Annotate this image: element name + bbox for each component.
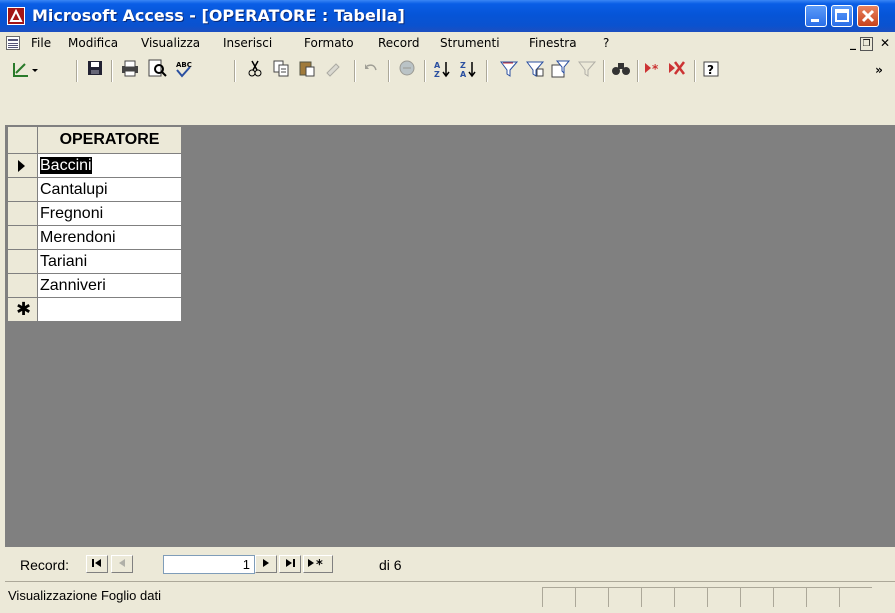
- undo-icon[interactable]: [360, 59, 382, 81]
- table-row[interactable]: Fregnoni: [8, 202, 182, 226]
- table-cell[interactable]: Tariani: [38, 250, 182, 274]
- new-record-nav-button[interactable]: *: [303, 555, 333, 573]
- record-navigation-bar: Record: 1 * di 6: [5, 547, 895, 581]
- record-selector[interactable]: [8, 274, 38, 298]
- datasheet-header: OPERATORE: [8, 127, 182, 154]
- hyperlink-icon[interactable]: [396, 59, 418, 81]
- status-pane: [575, 587, 608, 607]
- status-pane: [773, 587, 806, 607]
- help-icon[interactable]: ?: [700, 59, 722, 81]
- new-record-cell[interactable]: [38, 298, 182, 322]
- status-pane: [641, 587, 674, 607]
- paste-icon[interactable]: [296, 59, 318, 81]
- record-count: di 6: [379, 557, 402, 573]
- svg-text:Z: Z: [460, 61, 466, 70]
- svg-text:*: *: [316, 558, 323, 570]
- window-title: Microsoft Access - [OPERATORE : Tabella]: [32, 6, 405, 25]
- table-row[interactable]: Baccini: [8, 154, 182, 178]
- new-record-row[interactable]: ✱: [8, 298, 182, 322]
- svg-text:A: A: [460, 70, 467, 79]
- menu-strumenti[interactable]: Strumenti: [440, 36, 500, 50]
- table-cell[interactable]: Cantalupi: [38, 178, 182, 202]
- find-icon[interactable]: [610, 59, 632, 81]
- menu-modifica[interactable]: Modifica: [68, 36, 118, 50]
- status-pane: [740, 587, 773, 607]
- toolbar: ABC AZ ZA * ? »: [0, 56, 895, 86]
- new-record-icon[interactable]: *: [642, 59, 664, 81]
- record-selector[interactable]: [8, 154, 38, 178]
- column-header-operatore[interactable]: OPERATORE: [38, 127, 182, 154]
- svg-text:*: *: [652, 62, 659, 76]
- advanced-filter-icon[interactable]: [550, 59, 572, 81]
- table-cell-text: Baccini: [40, 157, 92, 174]
- spelling-icon[interactable]: ABC: [172, 59, 194, 81]
- apply-filter-icon[interactable]: [576, 59, 598, 81]
- menu-inserisci[interactable]: Inserisci: [223, 36, 272, 50]
- record-selector[interactable]: [8, 202, 38, 226]
- filter-by-selection-icon[interactable]: [498, 59, 520, 81]
- menu-file[interactable]: File: [31, 36, 51, 50]
- maximize-button[interactable]: [831, 5, 853, 27]
- record-selector[interactable]: [8, 178, 38, 202]
- doc-minimize-button[interactable]: _: [846, 35, 860, 51]
- first-record-button[interactable]: [86, 555, 108, 573]
- status-pane: [674, 587, 707, 607]
- sort-descending-icon[interactable]: ZA: [458, 59, 480, 81]
- table-row[interactable]: Merendoni: [8, 226, 182, 250]
- status-text: Visualizzazione Foglio dati: [8, 588, 161, 603]
- menu-finestra[interactable]: Finestra: [529, 36, 577, 50]
- table-cell[interactable]: Merendoni: [38, 226, 182, 250]
- svg-text:A: A: [434, 61, 441, 70]
- toolbar-overflow-icon[interactable]: »: [870, 59, 888, 81]
- menu-record[interactable]: Record: [378, 36, 419, 50]
- new-record-asterisk-icon: ✱: [16, 299, 32, 320]
- menu-help[interactable]: ?: [603, 36, 609, 50]
- status-bar: Visualizzazione Foglio dati: [5, 581, 895, 609]
- table-row[interactable]: Tariani: [8, 250, 182, 274]
- status-pane: [806, 587, 839, 607]
- print-preview-icon[interactable]: [146, 59, 168, 81]
- table-cell[interactable]: Zanniveri: [38, 274, 182, 298]
- minimize-button[interactable]: [805, 5, 827, 27]
- title-bar[interactable]: Microsoft Access - [OPERATORE : Tabella]: [0, 0, 895, 32]
- view-icon[interactable]: [10, 59, 40, 81]
- record-selector[interactable]: [8, 250, 38, 274]
- save-icon[interactable]: [84, 59, 106, 81]
- table-row[interactable]: Cantalupi: [8, 178, 182, 202]
- previous-record-button[interactable]: [111, 555, 133, 573]
- copy-icon[interactable]: [270, 59, 292, 81]
- current-record-field[interactable]: 1: [163, 555, 255, 574]
- close-button[interactable]: [857, 5, 879, 27]
- svg-text:?: ?: [707, 63, 714, 77]
- record-selector[interactable]: [8, 226, 38, 250]
- status-pane: [839, 587, 872, 607]
- filter-by-form-icon[interactable]: [524, 59, 546, 81]
- doc-close-button[interactable]: ✕: [878, 35, 892, 51]
- next-record-button[interactable]: [255, 555, 277, 573]
- menu-formato[interactable]: Formato: [304, 36, 354, 50]
- select-all-cell[interactable]: [8, 127, 38, 154]
- menu-visualizza[interactable]: Visualizza: [141, 36, 200, 50]
- doc-restore-button[interactable]: ❐: [860, 37, 873, 51]
- record-selector[interactable]: ✱: [8, 298, 38, 322]
- current-record-icon: [18, 160, 25, 172]
- table-cell[interactable]: Fregnoni: [38, 202, 182, 226]
- status-pane: [707, 587, 740, 607]
- status-pane: [608, 587, 641, 607]
- cut-icon[interactable]: [244, 59, 266, 81]
- sort-ascending-icon[interactable]: AZ: [432, 59, 454, 81]
- format-painter-icon[interactable]: [322, 59, 344, 81]
- record-label: Record:: [20, 557, 70, 573]
- datasheet-window-icon[interactable]: [6, 36, 20, 50]
- access-app-icon[interactable]: [7, 7, 25, 25]
- svg-text:Z: Z: [434, 70, 440, 79]
- print-icon[interactable]: [119, 59, 141, 81]
- delete-record-icon[interactable]: [666, 59, 688, 81]
- status-pane: [542, 587, 575, 607]
- table-cell[interactable]: Baccini: [38, 154, 182, 178]
- table-row[interactable]: Zanniveri: [8, 274, 182, 298]
- last-record-button[interactable]: [279, 555, 301, 573]
